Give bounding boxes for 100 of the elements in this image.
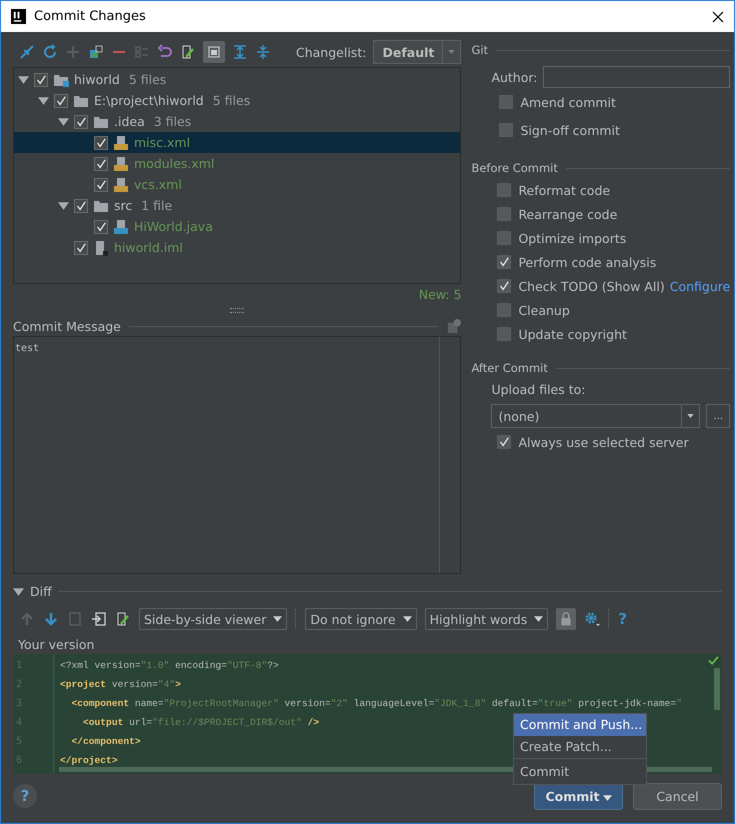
ignore-dropdown[interactable]: Do not ignore <box>305 608 417 630</box>
file-name: hiworld <box>74 72 120 87</box>
tree-row[interactable]: src 1 file <box>14 195 460 216</box>
down-arrow-icon[interactable] <box>43 611 59 627</box>
expand-arrow-icon[interactable] <box>38 95 49 106</box>
edit-icon[interactable] <box>180 44 196 60</box>
tree-row[interactable]: hiworld.iml <box>14 237 460 258</box>
expand-arrow-icon[interactable] <box>13 586 24 596</box>
undo-icon[interactable] <box>157 44 173 60</box>
checkbox[interactable] <box>34 72 48 86</box>
checkbox[interactable] <box>74 114 88 128</box>
checkbox[interactable] <box>54 94 68 108</box>
server-dropdown[interactable]: (none) <box>491 404 700 428</box>
arrows-icon[interactable] <box>19 44 35 60</box>
plus-icon <box>65 44 81 60</box>
tree-row[interactable]: .idea 3 files <box>14 111 460 132</box>
checkbox[interactable] <box>94 220 108 234</box>
tree-row[interactable]: modules.xml <box>14 153 460 174</box>
checkbox[interactable] <box>497 255 512 269</box>
diff-label: Diff <box>30 584 52 598</box>
group-title: After Commit <box>471 361 548 375</box>
checkbox[interactable] <box>497 303 512 317</box>
settings-icon[interactable] <box>584 611 600 627</box>
option-label: Always use selected server <box>518 434 689 450</box>
tree-row[interactable]: misc.xml <box>14 132 460 153</box>
tree-row[interactable]: hiworld 5 files <box>14 69 460 90</box>
history-icon[interactable] <box>446 318 462 334</box>
code-line: <output url="file://$PROJECT_DIR$/out" /> <box>82 716 320 730</box>
option-label: Update copyright <box>518 326 627 342</box>
option-label: Amend commit <box>520 94 616 110</box>
code-line: <?xml version="1.0" encoding="UTF-8"?> <box>60 659 279 673</box>
option-label: Cleanup <box>518 302 570 318</box>
checkbox[interactable] <box>497 327 512 341</box>
expand-arrow-icon[interactable] <box>18 74 29 85</box>
tree-row[interactable]: E:\project\hiworld 5 files <box>14 90 460 111</box>
checkbox[interactable] <box>497 231 512 245</box>
xml-file-icon <box>113 134 129 150</box>
check-icon <box>708 656 719 665</box>
file-name: .idea <box>114 114 145 129</box>
move-icon[interactable] <box>88 44 104 60</box>
file-name: src <box>114 198 132 213</box>
help-link[interactable]: ? <box>618 610 627 628</box>
splitter-handle[interactable] <box>230 308 244 312</box>
version-label: Your version <box>18 636 94 652</box>
cancel-button[interactable]: Cancel <box>633 782 722 810</box>
expand-arrow-icon[interactable] <box>58 116 69 127</box>
checkbox[interactable] <box>497 435 512 449</box>
collapse-all-icon[interactable] <box>255 44 271 60</box>
refresh-icon[interactable] <box>42 44 58 60</box>
close-icon[interactable] <box>712 10 724 22</box>
window-title: Commit Changes <box>34 9 147 24</box>
checkbox[interactable] <box>94 178 108 192</box>
checkbox[interactable] <box>94 136 108 150</box>
option-label: Sign-off commit <box>520 122 620 138</box>
file-name: misc.xml <box>134 135 190 150</box>
author-label: Author: <box>491 70 538 84</box>
checkbox[interactable] <box>497 207 512 221</box>
lock-icon[interactable] <box>556 608 576 630</box>
edit-icon[interactable] <box>115 611 131 627</box>
scrollbar[interactable] <box>714 668 720 710</box>
option-label: Check TODO (Show All) <box>518 278 665 294</box>
option-label: Perform code analysis <box>518 254 656 270</box>
expand-all-icon[interactable] <box>232 44 248 60</box>
xml-file-icon <box>113 156 129 172</box>
caret-icon <box>602 794 612 800</box>
viewer-dropdown[interactable]: Side-by-side viewer <box>139 608 288 630</box>
changelist-dropdown[interactable]: Default <box>373 40 462 64</box>
checkbox[interactable] <box>499 95 514 109</box>
author-field[interactable] <box>542 66 730 88</box>
changes-summary: New: 5 <box>418 286 462 302</box>
document-icon <box>67 611 83 627</box>
preview-icon[interactable] <box>203 41 225 63</box>
group-title: Before Commit <box>471 161 558 175</box>
code-line: </component> <box>70 735 141 749</box>
highlight-dropdown[interactable]: Highlight words <box>424 608 548 630</box>
checkbox[interactable] <box>74 240 88 254</box>
menu-item[interactable]: Create Patch... <box>514 736 646 758</box>
tree-row[interactable]: vcs.xml <box>14 174 460 195</box>
jump-icon[interactable] <box>91 611 107 627</box>
checkbox[interactable] <box>94 156 108 170</box>
file-count: 3 files <box>154 114 192 129</box>
file-icon <box>93 240 109 256</box>
file-name: modules.xml <box>134 156 214 171</box>
configure-link[interactable]: Configure <box>670 278 730 294</box>
upload-label: Upload files to: <box>491 382 586 396</box>
help-button[interactable]: ? <box>13 784 37 808</box>
file-count: 5 files <box>128 72 166 87</box>
tree-row[interactable]: HiWorld.java <box>14 216 460 237</box>
expand-arrow-icon[interactable] <box>58 200 69 211</box>
option-label: Reformat code <box>518 182 610 198</box>
commit-message-field[interactable]: test <box>13 336 462 574</box>
checkbox[interactable] <box>74 198 88 212</box>
file-count: 1 file <box>141 198 172 213</box>
checkbox[interactable] <box>497 279 512 293</box>
checkbox[interactable] <box>497 183 512 197</box>
checkbox[interactable] <box>499 123 514 137</box>
menu-item[interactable]: Commit <box>514 758 646 784</box>
up-arrow-icon <box>19 611 35 627</box>
browse-button[interactable]: ... <box>706 404 730 428</box>
menu-item[interactable]: Commit and Push... <box>514 714 646 736</box>
